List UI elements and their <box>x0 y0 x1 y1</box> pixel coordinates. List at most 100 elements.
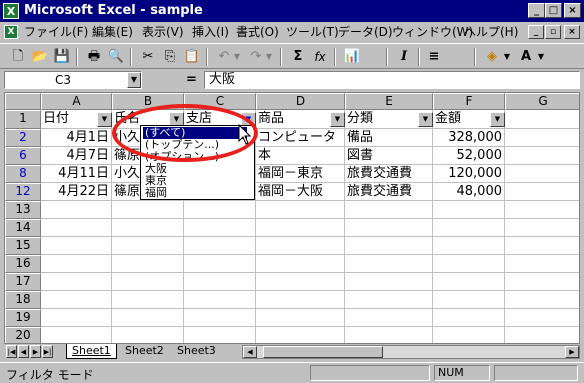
save-icon[interactable]: 💾 <box>52 47 72 67</box>
cell-category[interactable]: 旅費交通費 <box>345 183 433 201</box>
filter-dropdown-icon[interactable]: ▼ <box>330 112 345 127</box>
filter-dropdown-icon[interactable]: ▼ <box>97 112 112 127</box>
cell-product[interactable]: 本 <box>256 147 345 165</box>
menu-tools[interactable]: ツール(T) <box>286 25 339 39</box>
row-header[interactable]: 13 <box>5 201 41 219</box>
excel-app-icon[interactable]: X <box>3 3 19 19</box>
name-box[interactable]: C3 ▼ <box>4 71 142 89</box>
cell-product[interactable]: コンピュータ <box>256 129 345 147</box>
column-header-f[interactable]: F <box>433 93 505 110</box>
cell-date[interactable]: 4月7日 <box>41 147 112 165</box>
cell-category[interactable]: 旅費交通費 <box>345 165 433 183</box>
redo-dropdown-icon[interactable]: ▼ <box>264 47 274 67</box>
doc-minimize-button[interactable]: _ <box>528 25 544 39</box>
cell[interactable] <box>505 183 579 201</box>
row-header[interactable]: 15 <box>5 237 41 255</box>
row-header-filtered[interactable]: 6 <box>5 147 41 165</box>
cell-amount[interactable]: 52,000 <box>433 147 505 165</box>
cell[interactable] <box>505 129 579 147</box>
cell[interactable] <box>505 165 579 183</box>
font-color-dropdown-icon[interactable]: ▼ <box>536 47 546 67</box>
column-header-a[interactable]: A <box>41 93 112 110</box>
maximize-button[interactable]: □ <box>545 3 562 18</box>
doc-restore-button[interactable]: ▫ <box>545 25 561 39</box>
cell-date[interactable]: 4月22日 <box>41 183 112 201</box>
cell-category[interactable]: 備品 <box>345 129 433 147</box>
minimize-button[interactable]: _ <box>528 3 545 18</box>
prev-sheet-icon[interactable]: ◀ <box>18 345 29 358</box>
cell-date[interactable]: 4月1日 <box>41 129 112 147</box>
close-button[interactable]: × <box>564 3 581 18</box>
cell-product[interactable]: 福岡－大阪 <box>256 183 345 201</box>
next-sheet-icon[interactable]: ▶ <box>30 345 41 358</box>
empty-grid-area[interactable] <box>41 201 579 343</box>
print-icon[interactable]: 🖶 <box>84 47 104 67</box>
row-header[interactable]: 16 <box>5 255 41 273</box>
undo-icon[interactable]: ↶ <box>214 47 234 67</box>
autosum-icon[interactable]: Σ <box>288 47 308 67</box>
menu-view[interactable]: 表示(V) <box>142 25 184 39</box>
align-center-icon[interactable]: ≡ <box>424 47 444 67</box>
menu-help[interactable]: ヘルプ(H) <box>464 25 518 39</box>
row-header[interactable]: 18 <box>5 291 41 309</box>
menu-insert[interactable]: 挿入(I) <box>192 25 229 39</box>
tab-sheet1[interactable]: Sheet1 <box>66 344 117 359</box>
redo-icon[interactable]: ↷ <box>246 47 266 67</box>
row-header[interactable]: 20 <box>5 327 41 343</box>
name-box-dropdown-icon[interactable]: ▼ <box>127 72 141 88</box>
font-color-icon[interactable]: A <box>516 47 536 67</box>
worksheet-grid[interactable]: A B C D E F G 1 2 6 8 12 13 14 15 16 17 … <box>4 92 580 344</box>
select-all-corner[interactable] <box>5 93 41 110</box>
workbook-icon[interactable]: X <box>4 25 18 39</box>
column-header-d[interactable]: D <box>256 93 345 110</box>
tab-sheet3[interactable]: Sheet3 <box>172 344 221 359</box>
scroll-right-icon[interactable]: ▶ <box>565 346 579 358</box>
menu-file[interactable]: ファイル(F) <box>24 25 88 39</box>
filter-dropdown-icon[interactable]: ▼ <box>490 112 505 127</box>
doc-close-button[interactable]: × <box>564 25 580 39</box>
new-file-icon[interactable]: 🗋 <box>8 47 28 67</box>
edit-formula-button[interactable]: = <box>186 72 197 87</box>
fill-color-icon[interactable]: ◈ <box>482 47 502 67</box>
print-preview-icon[interactable]: 🔍 <box>106 47 126 67</box>
cell-amount[interactable]: 328,000 <box>433 129 505 147</box>
formula-input[interactable]: 大阪 <box>204 71 580 89</box>
cell[interactable] <box>505 147 579 165</box>
row-header-filtered[interactable]: 12 <box>5 183 41 201</box>
last-sheet-icon[interactable]: ▶| <box>42 345 53 358</box>
column-header-g[interactable]: G <box>505 93 579 110</box>
horizontal-scrollbar[interactable]: ◀ ▶ <box>242 345 580 359</box>
cell[interactable] <box>505 110 579 129</box>
copy-icon[interactable]: ⎘ <box>160 47 180 67</box>
menu-format[interactable]: 書式(O) <box>236 25 279 39</box>
menu-window[interactable]: ウィンドウ(W) <box>392 25 473 39</box>
cell-category[interactable]: 図書 <box>345 147 433 165</box>
cell-date[interactable]: 4月11日 <box>41 165 112 183</box>
cell-product[interactable]: 福岡－東京 <box>256 165 345 183</box>
fill-color-dropdown-icon[interactable]: ▼ <box>502 47 512 67</box>
column-header-e[interactable]: E <box>345 93 433 110</box>
function-icon[interactable]: fx <box>310 47 330 67</box>
row-header-filtered[interactable]: 2 <box>5 129 41 147</box>
menu-edit[interactable]: 編集(E) <box>92 25 133 39</box>
row-header[interactable]: 19 <box>5 309 41 327</box>
scroll-left-icon[interactable]: ◀ <box>243 346 257 358</box>
filter-dropdown-icon[interactable]: ▼ <box>418 112 433 127</box>
menu-data[interactable]: データ(D) <box>338 25 393 39</box>
row-header[interactable]: 14 <box>5 219 41 237</box>
undo-dropdown-icon[interactable]: ▼ <box>232 47 242 67</box>
italic-icon[interactable]: I <box>394 47 414 67</box>
first-sheet-icon[interactable]: |◀ <box>6 345 17 358</box>
paste-icon[interactable]: 📋 <box>182 47 202 67</box>
open-folder-icon[interactable]: 📂 <box>30 47 50 67</box>
row-header-filtered[interactable]: 8 <box>5 165 41 183</box>
filter-option-fukuoka[interactable]: 福岡 <box>143 187 247 199</box>
cell-amount[interactable]: 120,000 <box>433 165 505 183</box>
tab-sheet2[interactable]: Sheet2 <box>120 344 169 359</box>
scroll-thumb[interactable] <box>263 346 383 358</box>
row-header[interactable]: 1 <box>5 110 41 129</box>
cell-amount[interactable]: 48,000 <box>433 183 505 201</box>
chart-wizard-icon[interactable]: 📊 <box>342 47 362 67</box>
cut-icon[interactable]: ✂ <box>138 47 158 67</box>
row-header[interactable]: 17 <box>5 273 41 291</box>
